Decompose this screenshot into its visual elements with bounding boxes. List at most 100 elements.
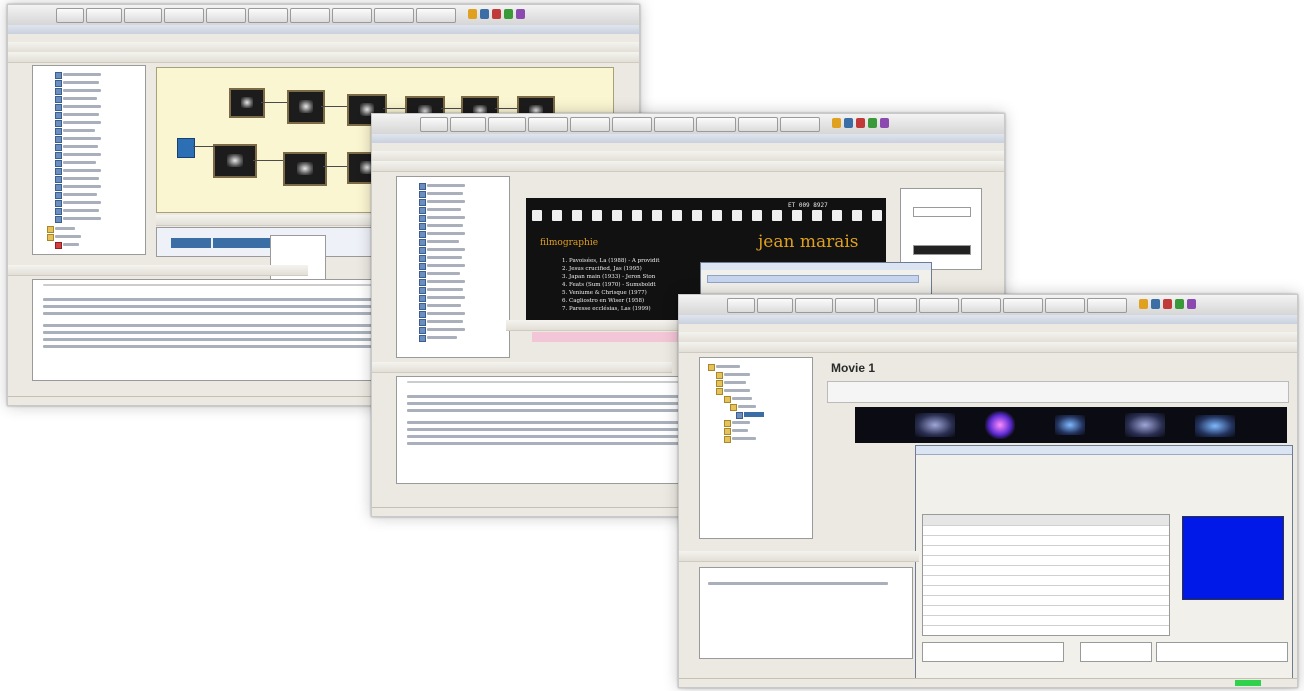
subtitles-dialog[interactable] bbox=[915, 445, 1293, 679]
media-toolbar[interactable] bbox=[372, 362, 672, 373]
media-toolbar[interactable] bbox=[8, 265, 308, 276]
open-icon[interactable] bbox=[504, 9, 513, 19]
tree-item[interactable] bbox=[63, 161, 96, 164]
taskbar-button[interactable] bbox=[86, 8, 122, 23]
color-swatch[interactable] bbox=[913, 245, 971, 255]
menu-bar[interactable] bbox=[8, 34, 639, 42]
tree-item[interactable] bbox=[427, 224, 463, 227]
cut-icon[interactable] bbox=[1187, 299, 1196, 309]
tree-item[interactable] bbox=[63, 73, 101, 76]
film-icon[interactable] bbox=[468, 9, 477, 19]
cut-icon[interactable] bbox=[516, 9, 525, 19]
music-icon[interactable] bbox=[844, 118, 853, 128]
taskbar-button[interactable] bbox=[124, 8, 162, 23]
taskbar-button[interactable] bbox=[780, 117, 820, 132]
selected-cell[interactable] bbox=[171, 238, 211, 248]
taskbar-button[interactable] bbox=[654, 117, 694, 132]
taskbar-button[interactable] bbox=[877, 298, 917, 313]
tree-item[interactable] bbox=[63, 81, 99, 84]
taskbar-button[interactable] bbox=[416, 8, 456, 23]
tree-item[interactable] bbox=[63, 105, 101, 108]
tree-item[interactable] bbox=[427, 216, 465, 219]
secondary-toolbar[interactable] bbox=[679, 342, 1297, 353]
tree-item[interactable] bbox=[427, 304, 461, 307]
tree-item[interactable] bbox=[63, 217, 101, 220]
tree-item[interactable] bbox=[55, 235, 81, 238]
project-tree[interactable] bbox=[32, 65, 146, 255]
menu-bar[interactable] bbox=[372, 143, 1004, 151]
property-dropdown[interactable] bbox=[913, 207, 971, 217]
tree-item[interactable] bbox=[427, 280, 465, 283]
taskbar-button[interactable] bbox=[696, 117, 736, 132]
taskbar-button[interactable] bbox=[206, 8, 246, 23]
tree-item[interactable] bbox=[427, 328, 465, 331]
tree-item[interactable] bbox=[427, 264, 465, 267]
tree-item[interactable] bbox=[427, 200, 465, 203]
tree-item[interactable] bbox=[63, 89, 101, 92]
graph-toolbar[interactable] bbox=[156, 215, 376, 226]
taskbar-button[interactable] bbox=[1087, 298, 1127, 313]
tree-item[interactable] bbox=[732, 429, 748, 432]
tree-item[interactable] bbox=[63, 137, 101, 140]
taskbar-button[interactable] bbox=[835, 298, 875, 313]
tree-item[interactable] bbox=[63, 153, 101, 156]
clip-node[interactable] bbox=[229, 88, 265, 118]
taskbar-button[interactable] bbox=[248, 8, 288, 23]
secondary-toolbar[interactable] bbox=[372, 161, 1004, 172]
video-track[interactable] bbox=[855, 407, 1287, 443]
tree-item[interactable] bbox=[63, 193, 97, 196]
tree-item[interactable] bbox=[427, 256, 462, 259]
project-tree[interactable] bbox=[699, 357, 813, 539]
tree-item[interactable] bbox=[427, 272, 460, 275]
tree-item[interactable] bbox=[427, 208, 461, 211]
style-options[interactable] bbox=[922, 642, 1064, 662]
tree-item[interactable] bbox=[63, 243, 79, 246]
tree-item[interactable] bbox=[63, 129, 95, 132]
taskbar-button[interactable] bbox=[919, 298, 959, 313]
tree-item[interactable] bbox=[63, 185, 101, 188]
taskbar-button[interactable] bbox=[570, 117, 610, 132]
save-icon[interactable] bbox=[1163, 299, 1172, 309]
tree-item[interactable] bbox=[724, 389, 750, 392]
secondary-toolbar[interactable] bbox=[8, 52, 639, 63]
tree-item[interactable] bbox=[732, 421, 750, 424]
taskbar-button[interactable] bbox=[290, 8, 330, 23]
tree-item[interactable] bbox=[63, 145, 98, 148]
taskbar-button[interactable] bbox=[164, 8, 204, 23]
tree-item[interactable] bbox=[63, 201, 101, 204]
tree-item[interactable] bbox=[427, 288, 463, 291]
tree-item[interactable] bbox=[63, 209, 99, 212]
tree-item-selected[interactable] bbox=[744, 412, 764, 417]
open-icon[interactable] bbox=[1175, 299, 1184, 309]
taskbar-button[interactable] bbox=[795, 298, 833, 313]
timeline-toolbar[interactable] bbox=[506, 320, 686, 331]
taskbar-button[interactable] bbox=[374, 8, 414, 23]
project-tree[interactable] bbox=[396, 176, 510, 358]
timing-options[interactable] bbox=[1156, 642, 1288, 662]
subtitle-table[interactable] bbox=[922, 514, 1170, 636]
tree-item[interactable] bbox=[732, 397, 752, 400]
tree-item[interactable] bbox=[427, 312, 465, 315]
music-icon[interactable] bbox=[480, 9, 489, 19]
timeline-ruler[interactable] bbox=[827, 381, 1289, 403]
clip-node[interactable] bbox=[283, 152, 327, 186]
tree-item[interactable] bbox=[427, 184, 465, 187]
media-toolbar[interactable] bbox=[679, 551, 919, 562]
save-icon[interactable] bbox=[856, 118, 865, 128]
tree-item[interactable] bbox=[724, 373, 750, 376]
tree-item[interactable] bbox=[427, 232, 465, 235]
tree-item[interactable] bbox=[63, 97, 97, 100]
position-options[interactable] bbox=[1080, 642, 1152, 662]
tree-item[interactable] bbox=[427, 296, 465, 299]
menu-bar[interactable] bbox=[679, 324, 1297, 332]
taskbar-button[interactable] bbox=[332, 8, 372, 23]
tree-item[interactable] bbox=[427, 240, 459, 243]
selected-cell[interactable] bbox=[213, 238, 273, 248]
taskbar-button[interactable] bbox=[612, 117, 652, 132]
taskbar-button[interactable] bbox=[450, 117, 486, 132]
tree-item[interactable] bbox=[63, 121, 101, 124]
tree-item[interactable] bbox=[427, 336, 457, 339]
tree-item[interactable] bbox=[427, 320, 463, 323]
tree-item[interactable] bbox=[738, 405, 756, 408]
tree-item[interactable] bbox=[63, 169, 101, 172]
